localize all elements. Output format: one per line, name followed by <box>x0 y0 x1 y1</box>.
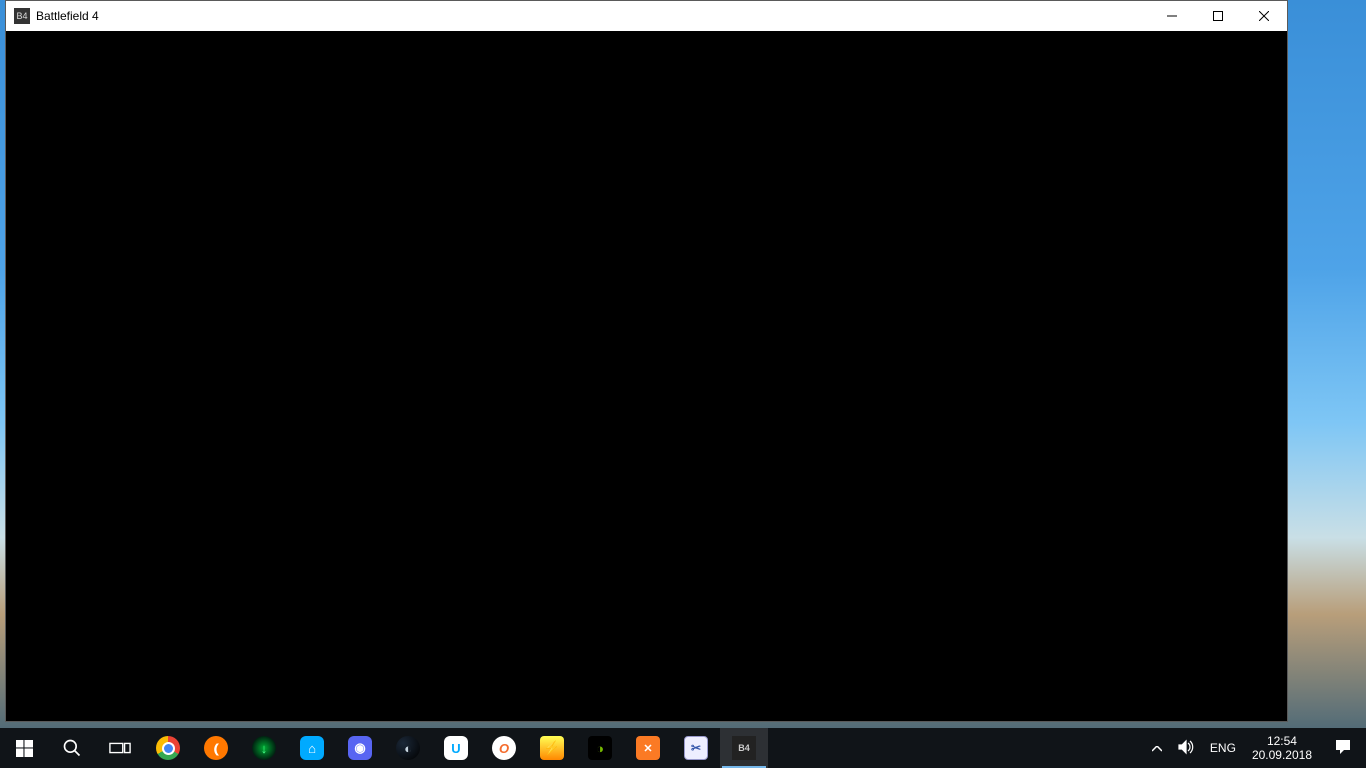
daemon-tools-taskbar-item[interactable] <box>528 728 576 768</box>
uplay-icon <box>444 736 468 760</box>
minimize-button[interactable] <box>1149 1 1195 31</box>
window-content-black <box>6 31 1287 721</box>
volume-button[interactable] <box>1170 728 1202 768</box>
clock[interactable]: 12:54 20.09.2018 <box>1244 728 1320 768</box>
origin-taskbar-item[interactable] <box>480 728 528 768</box>
uplaypc-icon <box>300 736 324 760</box>
xampp-taskbar-item[interactable] <box>624 728 672 768</box>
vortex-icon <box>252 736 276 760</box>
chrome-taskbar-item[interactable] <box>144 728 192 768</box>
maximize-button[interactable] <box>1195 1 1241 31</box>
window-title: Battlefield 4 <box>36 9 99 23</box>
avast-taskbar-item[interactable] <box>192 728 240 768</box>
battlefield4-icon: B4 <box>14 8 30 24</box>
notification-icon <box>1335 739 1351 758</box>
uplay-taskbar-item[interactable] <box>432 728 480 768</box>
clock-date: 20.09.2018 <box>1252 748 1312 762</box>
nvidia-taskbar-item[interactable] <box>576 728 624 768</box>
steam-taskbar-item[interactable] <box>384 728 432 768</box>
snipping-tool-icon <box>684 736 708 760</box>
start-button[interactable] <box>0 728 48 768</box>
close-button[interactable] <box>1241 1 1287 31</box>
battlefield4-taskbar-item[interactable]: B4 <box>720 728 768 768</box>
discord-taskbar-item[interactable] <box>336 728 384 768</box>
xampp-icon <box>636 736 660 760</box>
window-controls <box>1149 1 1287 31</box>
tray-overflow-button[interactable] <box>1144 728 1170 768</box>
avast-icon <box>204 736 228 760</box>
vortex-taskbar-item[interactable] <box>240 728 288 768</box>
search-button[interactable] <box>48 728 96 768</box>
snipping-tool-taskbar-item[interactable] <box>672 728 720 768</box>
chrome-icon <box>156 736 180 760</box>
language-indicator[interactable]: ENG <box>1202 728 1244 768</box>
steam-icon <box>396 736 420 760</box>
daemon-tools-icon <box>540 736 564 760</box>
task-view-button[interactable] <box>96 728 144 768</box>
speaker-icon <box>1178 739 1194 758</box>
task-view-icon <box>108 736 132 760</box>
uplaypc-taskbar-item[interactable] <box>288 728 336 768</box>
origin-icon <box>492 736 516 760</box>
language-label: ENG <box>1210 741 1236 755</box>
taskbar: B4 ENG 12:54 20.09.2018 <box>0 728 1366 768</box>
battlefield4-task-icon: B4 <box>732 736 756 760</box>
discord-icon <box>348 736 372 760</box>
chevron-up-icon <box>1152 741 1162 755</box>
search-icon <box>60 736 84 760</box>
action-center-button[interactable] <box>1320 728 1366 768</box>
clock-time: 12:54 <box>1267 734 1297 748</box>
windows-logo-icon <box>12 736 36 760</box>
app-window: B4 Battlefield 4 <box>5 0 1288 722</box>
nvidia-icon <box>588 736 612 760</box>
titlebar[interactable]: B4 Battlefield 4 <box>6 1 1287 31</box>
